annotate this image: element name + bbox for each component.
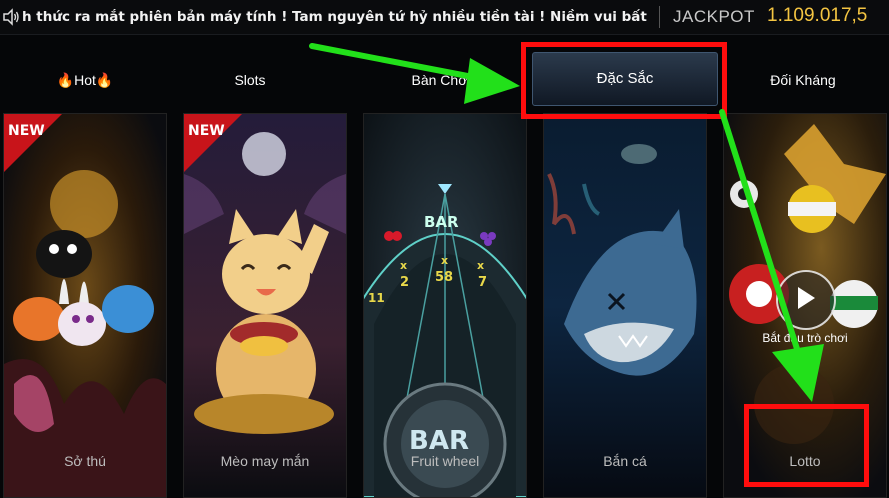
fire-icon: 🔥	[95, 72, 114, 88]
game-card-meo-may-man[interactable]: NEW Mèo may mắn	[183, 113, 347, 498]
fruit-wheel-artwork: BAR x 2 x 58 x 7 11 BAR	[364, 114, 526, 497]
tab-dac-sac[interactable]: Đặc Sắc	[532, 52, 718, 106]
ticker-divider	[659, 6, 660, 28]
svg-text:NEW: NEW	[188, 123, 225, 139]
svg-text:x: x	[441, 254, 448, 267]
tab-doi-khang[interactable]: Đối Kháng	[738, 60, 868, 100]
start-game-caption[interactable]: Bắt đầu trò chơi	[724, 331, 886, 345]
game-card-so-thu[interactable]: NEW Sở thú	[3, 113, 167, 498]
svg-text:7: 7	[478, 275, 487, 290]
svg-text:NEW: NEW	[8, 123, 45, 139]
speaker-icon[interactable]	[2, 8, 20, 26]
svg-text:2: 2	[400, 275, 409, 290]
svg-text:BAR: BAR	[424, 213, 459, 231]
category-tabs: 🔥Hot🔥 Slots Bàn Chơi Đặc Sắc Đối Kháng	[0, 46, 889, 114]
jackpot-label: JACKPOT	[673, 7, 755, 26]
fire-icon: 🔥	[56, 72, 75, 88]
jackpot-value: 1.109.017,5	[767, 5, 868, 26]
play-icon	[798, 287, 815, 309]
tab-hot[interactable]: 🔥Hot🔥	[20, 60, 150, 100]
game-card-fruit-wheel[interactable]: BAR x 2 x 58 x 7 11 BAR Fruit wheel	[363, 113, 527, 498]
news-ticker-bar: h thức ra mắt phiên bản máy tính ! Tam n…	[0, 0, 889, 35]
svg-text:x: x	[477, 259, 484, 272]
svg-text:58: 58	[435, 270, 453, 285]
ticker-message: h thức ra mắt phiên bản máy tính ! Tam n…	[22, 9, 647, 25]
game-card-lotto[interactable]: Bắt đầu trò chơi Lotto	[723, 113, 887, 498]
svg-text:11: 11	[368, 291, 385, 305]
svg-text:BAR: BAR	[409, 426, 469, 456]
game-name: Fruit wheel	[410, 453, 480, 469]
play-button[interactable]	[776, 270, 836, 330]
tab-slots[interactable]: Slots	[185, 60, 315, 100]
game-card-ban-ca[interactable]: Bắn cá	[543, 113, 707, 498]
game-name: Mèo may mắn	[220, 453, 310, 469]
tab-ban-choi[interactable]: Bàn Chơi	[376, 60, 506, 100]
fish-shooting-artwork	[544, 114, 706, 497]
new-badge: NEW	[184, 114, 242, 172]
svg-text:x: x	[400, 259, 407, 272]
new-badge: NEW	[4, 114, 62, 172]
game-name: Lotto	[789, 453, 821, 469]
game-name: Sở thú	[64, 453, 106, 469]
game-name: Bắn cá	[603, 453, 647, 469]
tab-hot-label: Hot	[74, 72, 96, 88]
